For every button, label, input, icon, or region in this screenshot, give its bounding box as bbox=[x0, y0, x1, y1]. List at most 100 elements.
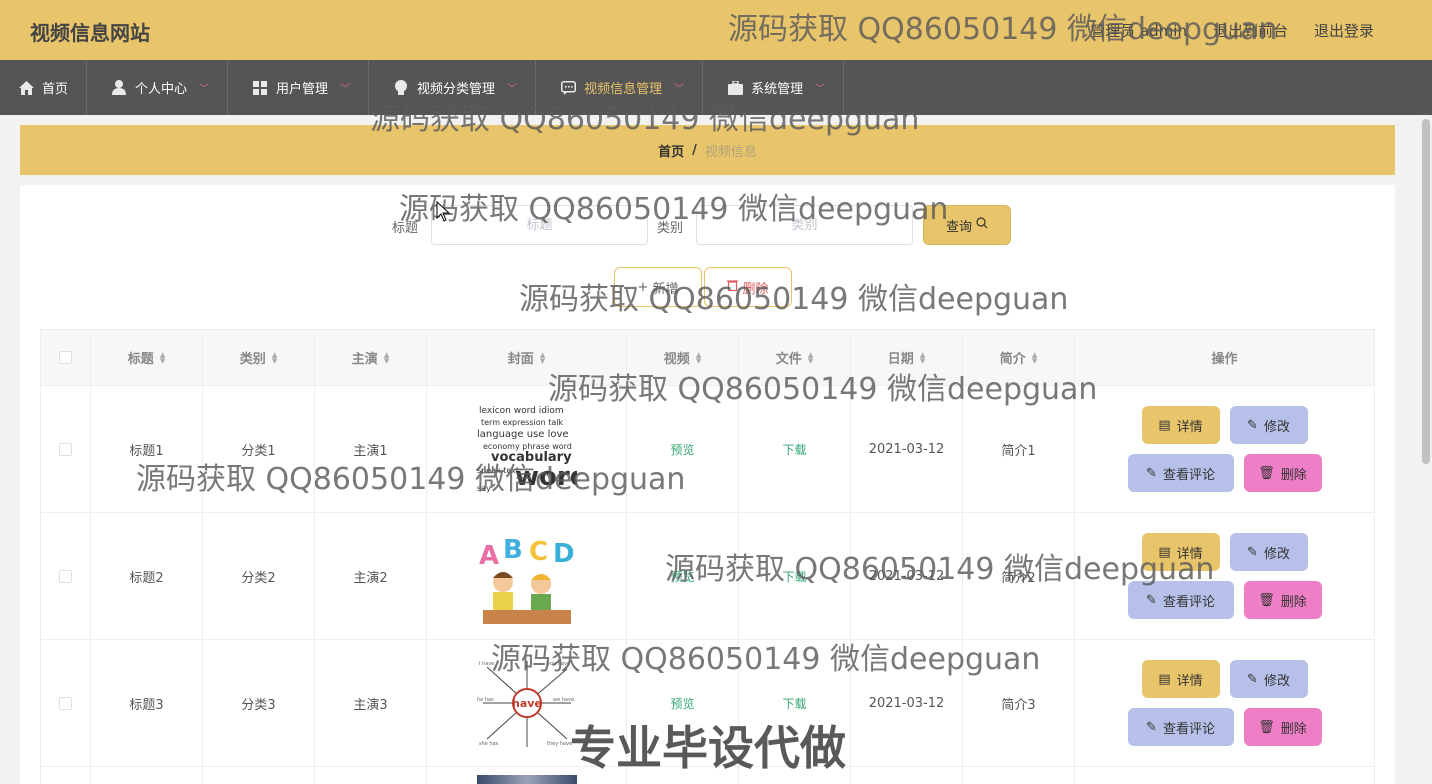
edit-button[interactable]: ✎ 修改 bbox=[1229, 660, 1308, 698]
row-select-cell bbox=[41, 386, 91, 512]
page-scrollbar[interactable] bbox=[1420, 115, 1432, 784]
edit-button[interactable]: ✎ 修改 bbox=[1229, 533, 1308, 571]
nav-label-users: 用户管理 bbox=[276, 82, 329, 97]
table-header: 标题 ▲ ▼ 类别 ▲ ▼ 主演 ▲ ▼ 封面 ▲ ▼ 视频 ▲ ▼ 文件 ▲ ▼ 日期 ▲ ▼ 简介 ▲ ▼ … bbox=[41, 330, 1375, 386]
view-comments-button[interactable]: ✎ 查看评论 bbox=[1127, 708, 1234, 746]
header-date[interactable]: 日期 ▲ ▼ bbox=[851, 330, 963, 385]
cell-operations: ▤ 详情 ✎ 修改 ✎ 查看评论 🗑 删除 bbox=[1075, 640, 1375, 766]
file-download-link[interactable]: 下载 bbox=[782, 441, 806, 458]
chevron-down-icon: ﹀ bbox=[815, 84, 826, 95]
category-search-input[interactable] bbox=[696, 205, 913, 245]
edit-button[interactable]: ✎ 修改 bbox=[1229, 406, 1308, 444]
detail-button[interactable]: ▤ 详情 bbox=[1141, 660, 1220, 698]
detail-label: 详情 bbox=[1176, 546, 1203, 562]
cell-video: 预览 bbox=[627, 640, 739, 766]
grid-icon bbox=[252, 80, 268, 96]
cover-image[interactable]: lexicon word idiom term expression talk … bbox=[476, 401, 577, 497]
header-category[interactable]: 类别 ▲ ▼ bbox=[203, 330, 315, 385]
cell-file bbox=[739, 767, 851, 784]
table-row: 标题2 分类2 主演2 A B C D 预览 下载 2021-03-12 简介2… bbox=[41, 513, 1375, 640]
row-actions: ▤ 详情 ✎ 修改 ✎ 查看评论 🗑 删除 bbox=[1127, 406, 1322, 492]
nav-item-personal[interactable]: 个人中心 ﹀ bbox=[87, 60, 229, 115]
nav-label-system: 系统管理 bbox=[751, 82, 804, 97]
detail-label: 详情 bbox=[1176, 673, 1203, 689]
select-all-checkbox[interactable] bbox=[59, 351, 72, 364]
cell-category: 分类1 bbox=[203, 386, 315, 512]
video-preview-link[interactable]: 预览 bbox=[670, 695, 694, 712]
to-front-link[interactable]: 退出到前台 bbox=[1213, 20, 1288, 41]
file-download-link[interactable]: 下载 bbox=[782, 695, 806, 712]
sort-icon: ▲ ▼ bbox=[383, 350, 390, 365]
user-icon bbox=[111, 80, 127, 96]
row-delete-button[interactable]: 🗑 删除 bbox=[1243, 708, 1322, 746]
scrollbar-thumb[interactable] bbox=[1422, 119, 1430, 464]
chevron-down-icon: ﹀ bbox=[507, 84, 518, 95]
header-title[interactable]: 标题 ▲ ▼ bbox=[91, 330, 203, 385]
svg-text:words: words bbox=[515, 462, 577, 492]
header-intro-label: 简介 bbox=[999, 352, 1026, 367]
header-cover[interactable]: 封面 ▲ ▼ bbox=[427, 330, 627, 385]
header-operations-label: 操作 bbox=[1211, 352, 1238, 367]
table-row: 标题1 分类1 主演1 lexicon word idiom term expr… bbox=[41, 386, 1375, 513]
cover-image[interactable]: A B C D bbox=[476, 528, 577, 624]
nav-item-system[interactable]: 系统管理 ﹀ bbox=[703, 60, 845, 115]
add-button[interactable]: + 新增 bbox=[614, 267, 702, 307]
nav-item-video-info[interactable]: 视频信息管理 ﹀ bbox=[536, 60, 704, 115]
row-delete-button[interactable]: 🗑 删除 bbox=[1243, 454, 1322, 492]
cell-operations: ▤ 详情 ✎ 修改 ✎ 查看评论 🗑 删除 bbox=[1075, 513, 1375, 639]
row-checkbox[interactable] bbox=[59, 442, 72, 456]
video-preview-link[interactable]: 预览 bbox=[670, 568, 694, 585]
row-checkbox[interactable] bbox=[59, 696, 72, 710]
svg-text:speak text: speak text bbox=[477, 466, 519, 475]
cell-actor: 主演3 bbox=[315, 640, 427, 766]
mouse-cursor-icon bbox=[436, 200, 451, 227]
cover-image[interactable]: have I have you have he has we have she ha… bbox=[476, 655, 577, 751]
cell-date: 2021-03-12 bbox=[851, 386, 963, 512]
breadcrumb-home[interactable]: 首页 bbox=[658, 141, 684, 160]
header-intro[interactable]: 简介 ▲ ▼ bbox=[963, 330, 1075, 385]
trash-icon: 🗑 bbox=[1258, 719, 1275, 735]
header-video[interactable]: 视频 ▲ ▼ bbox=[627, 330, 739, 385]
detail-button[interactable]: ▤ 详情 bbox=[1141, 406, 1220, 444]
row-delete-button[interactable]: 🗑 删除 bbox=[1243, 581, 1322, 619]
svg-text:D: D bbox=[553, 539, 575, 569]
home-icon bbox=[18, 80, 34, 96]
view-comments-button[interactable]: ✎ 查看评论 bbox=[1127, 454, 1234, 492]
row-checkbox[interactable] bbox=[59, 569, 72, 583]
svg-text:I have: I have bbox=[479, 661, 494, 667]
title-search-input[interactable] bbox=[431, 205, 648, 245]
sort-icon: ▲ ▼ bbox=[271, 350, 278, 365]
cell-operations: ▤ 详情 ✎ 修改 ✎ 查看评论 🗑 删除 bbox=[1075, 386, 1375, 512]
cell-title: 标题1 bbox=[91, 386, 203, 512]
add-button-label: 新增 bbox=[652, 281, 679, 297]
pencil-icon: ✎ bbox=[1146, 465, 1157, 481]
delete-label: 删除 bbox=[1280, 467, 1307, 483]
top-header: 视频信息网站 管理员 admin 退出到前台 退出登录 bbox=[0, 0, 1432, 60]
chat-icon bbox=[560, 80, 576, 96]
detail-button[interactable]: ▤ 详情 bbox=[1141, 533, 1220, 571]
logout-link[interactable]: 退出登录 bbox=[1314, 20, 1374, 41]
cell-title bbox=[91, 767, 203, 784]
document-icon: ▤ bbox=[1158, 417, 1171, 433]
site-title: 视频信息网站 bbox=[30, 21, 150, 45]
header-actor[interactable]: 主演 ▲ ▼ bbox=[315, 330, 427, 385]
main-nav: 首页 个人中心 ﹀ 用户管理 ﹀ 视频分类管理 ﹀ 视频信息管理 ﹀ 系统管理 … bbox=[0, 60, 1432, 115]
nav-item-users[interactable]: 用户管理 ﹀ bbox=[228, 60, 370, 115]
file-download-link[interactable]: 下载 bbox=[782, 568, 806, 585]
comment-label: 查看评论 bbox=[1162, 721, 1215, 737]
chevron-down-icon: ﹀ bbox=[340, 84, 351, 95]
view-comments-button[interactable]: ✎ 查看评论 bbox=[1127, 581, 1234, 619]
nav-item-category[interactable]: 视频分类管理 ﹀ bbox=[369, 60, 537, 115]
svg-text:we have: we have bbox=[553, 697, 574, 703]
header-file[interactable]: 文件 ▲ ▼ bbox=[739, 330, 851, 385]
query-button-label: 查询 bbox=[945, 219, 972, 235]
cover-image[interactable] bbox=[476, 775, 577, 784]
sort-icon: ▲ ▼ bbox=[159, 350, 166, 365]
batch-delete-label: 删除 bbox=[742, 281, 769, 297]
batch-delete-button[interactable]: 删除 bbox=[704, 267, 792, 307]
chevron-down-icon: ﹀ bbox=[674, 84, 685, 95]
video-preview-link[interactable]: 预览 bbox=[670, 441, 694, 458]
query-button[interactable]: 查询 bbox=[923, 205, 1011, 245]
nav-item-home[interactable]: 首页 bbox=[0, 60, 88, 115]
header-title-label: 标题 bbox=[127, 352, 154, 367]
